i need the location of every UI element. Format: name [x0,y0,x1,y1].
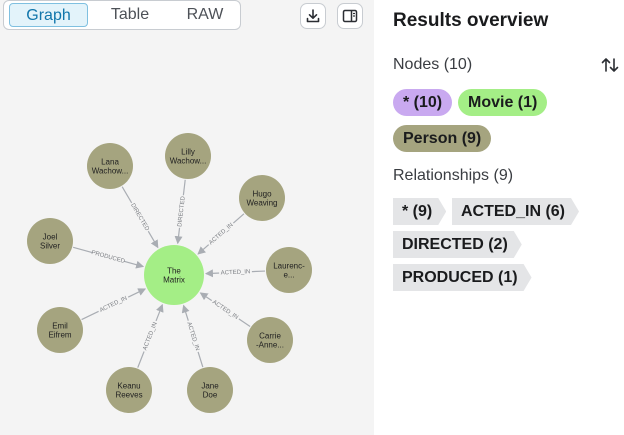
rel-type-chip-acted-in[interactable]: ACTED_IN (6) [452,198,579,225]
node-caption: The [167,267,181,276]
download-icon [306,9,320,23]
rel-type-chip-produced[interactable]: PRODUCED (1) [393,264,532,291]
node-caption: Hugo [252,190,272,199]
edge-label: ACTED_IN [221,269,251,276]
node-label-chip-all[interactable]: * (10) [393,89,453,116]
edge-label: DIRECTED [129,203,150,233]
node-caption: Laurenc- [273,262,305,271]
graph-canvas-area[interactable]: DIRECTED DIRECTED ACTED_IN ACTED_IN ACTED_IN… [0,0,374,435]
graph-node-person[interactable]: LanaWachow... [87,143,133,189]
toggle-panel-button[interactable] [337,3,363,29]
node-label-chip-person[interactable]: Person (9) [393,125,492,152]
graph-node-person[interactable]: Carrie-Anne... [247,317,293,363]
graph-node-person[interactable]: Laurenc-e... [266,247,312,293]
node-caption: Matrix [163,276,185,285]
node-caption: Reeves [115,391,142,400]
node-caption: Joel [43,233,58,242]
download-button[interactable] [300,3,326,29]
graph-node-person[interactable]: KeanuReeves [106,367,152,413]
node-caption: e... [283,271,294,280]
node-caption: Wachow... [92,167,129,176]
node-caption: -Anne... [256,341,284,350]
edge-label: ACTED_IN [211,299,239,321]
tab-graph[interactable]: Graph [9,3,88,27]
graph-node-person[interactable]: LillyWachow... [165,133,211,179]
node-caption: Doe [203,391,218,400]
edge-label: ACTED_IN [142,322,158,352]
tab-raw[interactable]: RAW [166,3,244,27]
sort-icon[interactable] [600,56,620,74]
tab-table[interactable]: Table [90,3,170,27]
relationships-heading: Relationships (9) [393,167,514,184]
view-mode-tabs: Graph Table RAW [3,0,241,30]
node-caption: Silver [40,242,60,251]
nodes-heading: Nodes (10) [393,56,473,73]
graph-node-person[interactable]: HugoWeaving [239,175,285,221]
node-caption: Weaving [247,199,278,208]
node-caption: Jane [201,382,219,391]
results-overview-title: Results overview [393,10,549,31]
graph-node-person[interactable]: EmilEifrem [37,307,83,353]
graph-node-person[interactable]: JoelSilver [27,218,73,264]
side-panel-icon [342,9,358,23]
rel-type-chip-directed[interactable]: DIRECTED (2) [393,231,522,258]
node-caption: Lana [101,158,119,167]
node-caption: Lilly [181,148,195,157]
node-caption: Keanu [117,382,140,391]
node-caption: Carrie [259,332,281,341]
graph-node-person[interactable]: JaneDoe [187,367,233,413]
graph-node-movie[interactable]: TheMatrix [144,245,204,305]
node-caption: Wachow... [170,157,207,166]
node-label-chip-movie[interactable]: Movie (1) [458,89,548,116]
node-caption: Eifrem [48,331,71,340]
rel-type-chip-all[interactable]: * (9) [393,198,446,225]
node-caption: Emil [52,322,68,331]
edge-label: ACTED_IN [208,222,234,246]
graph-visualization[interactable]: DIRECTED DIRECTEDACTED_INACTED_INACTED_IN… [0,0,374,435]
